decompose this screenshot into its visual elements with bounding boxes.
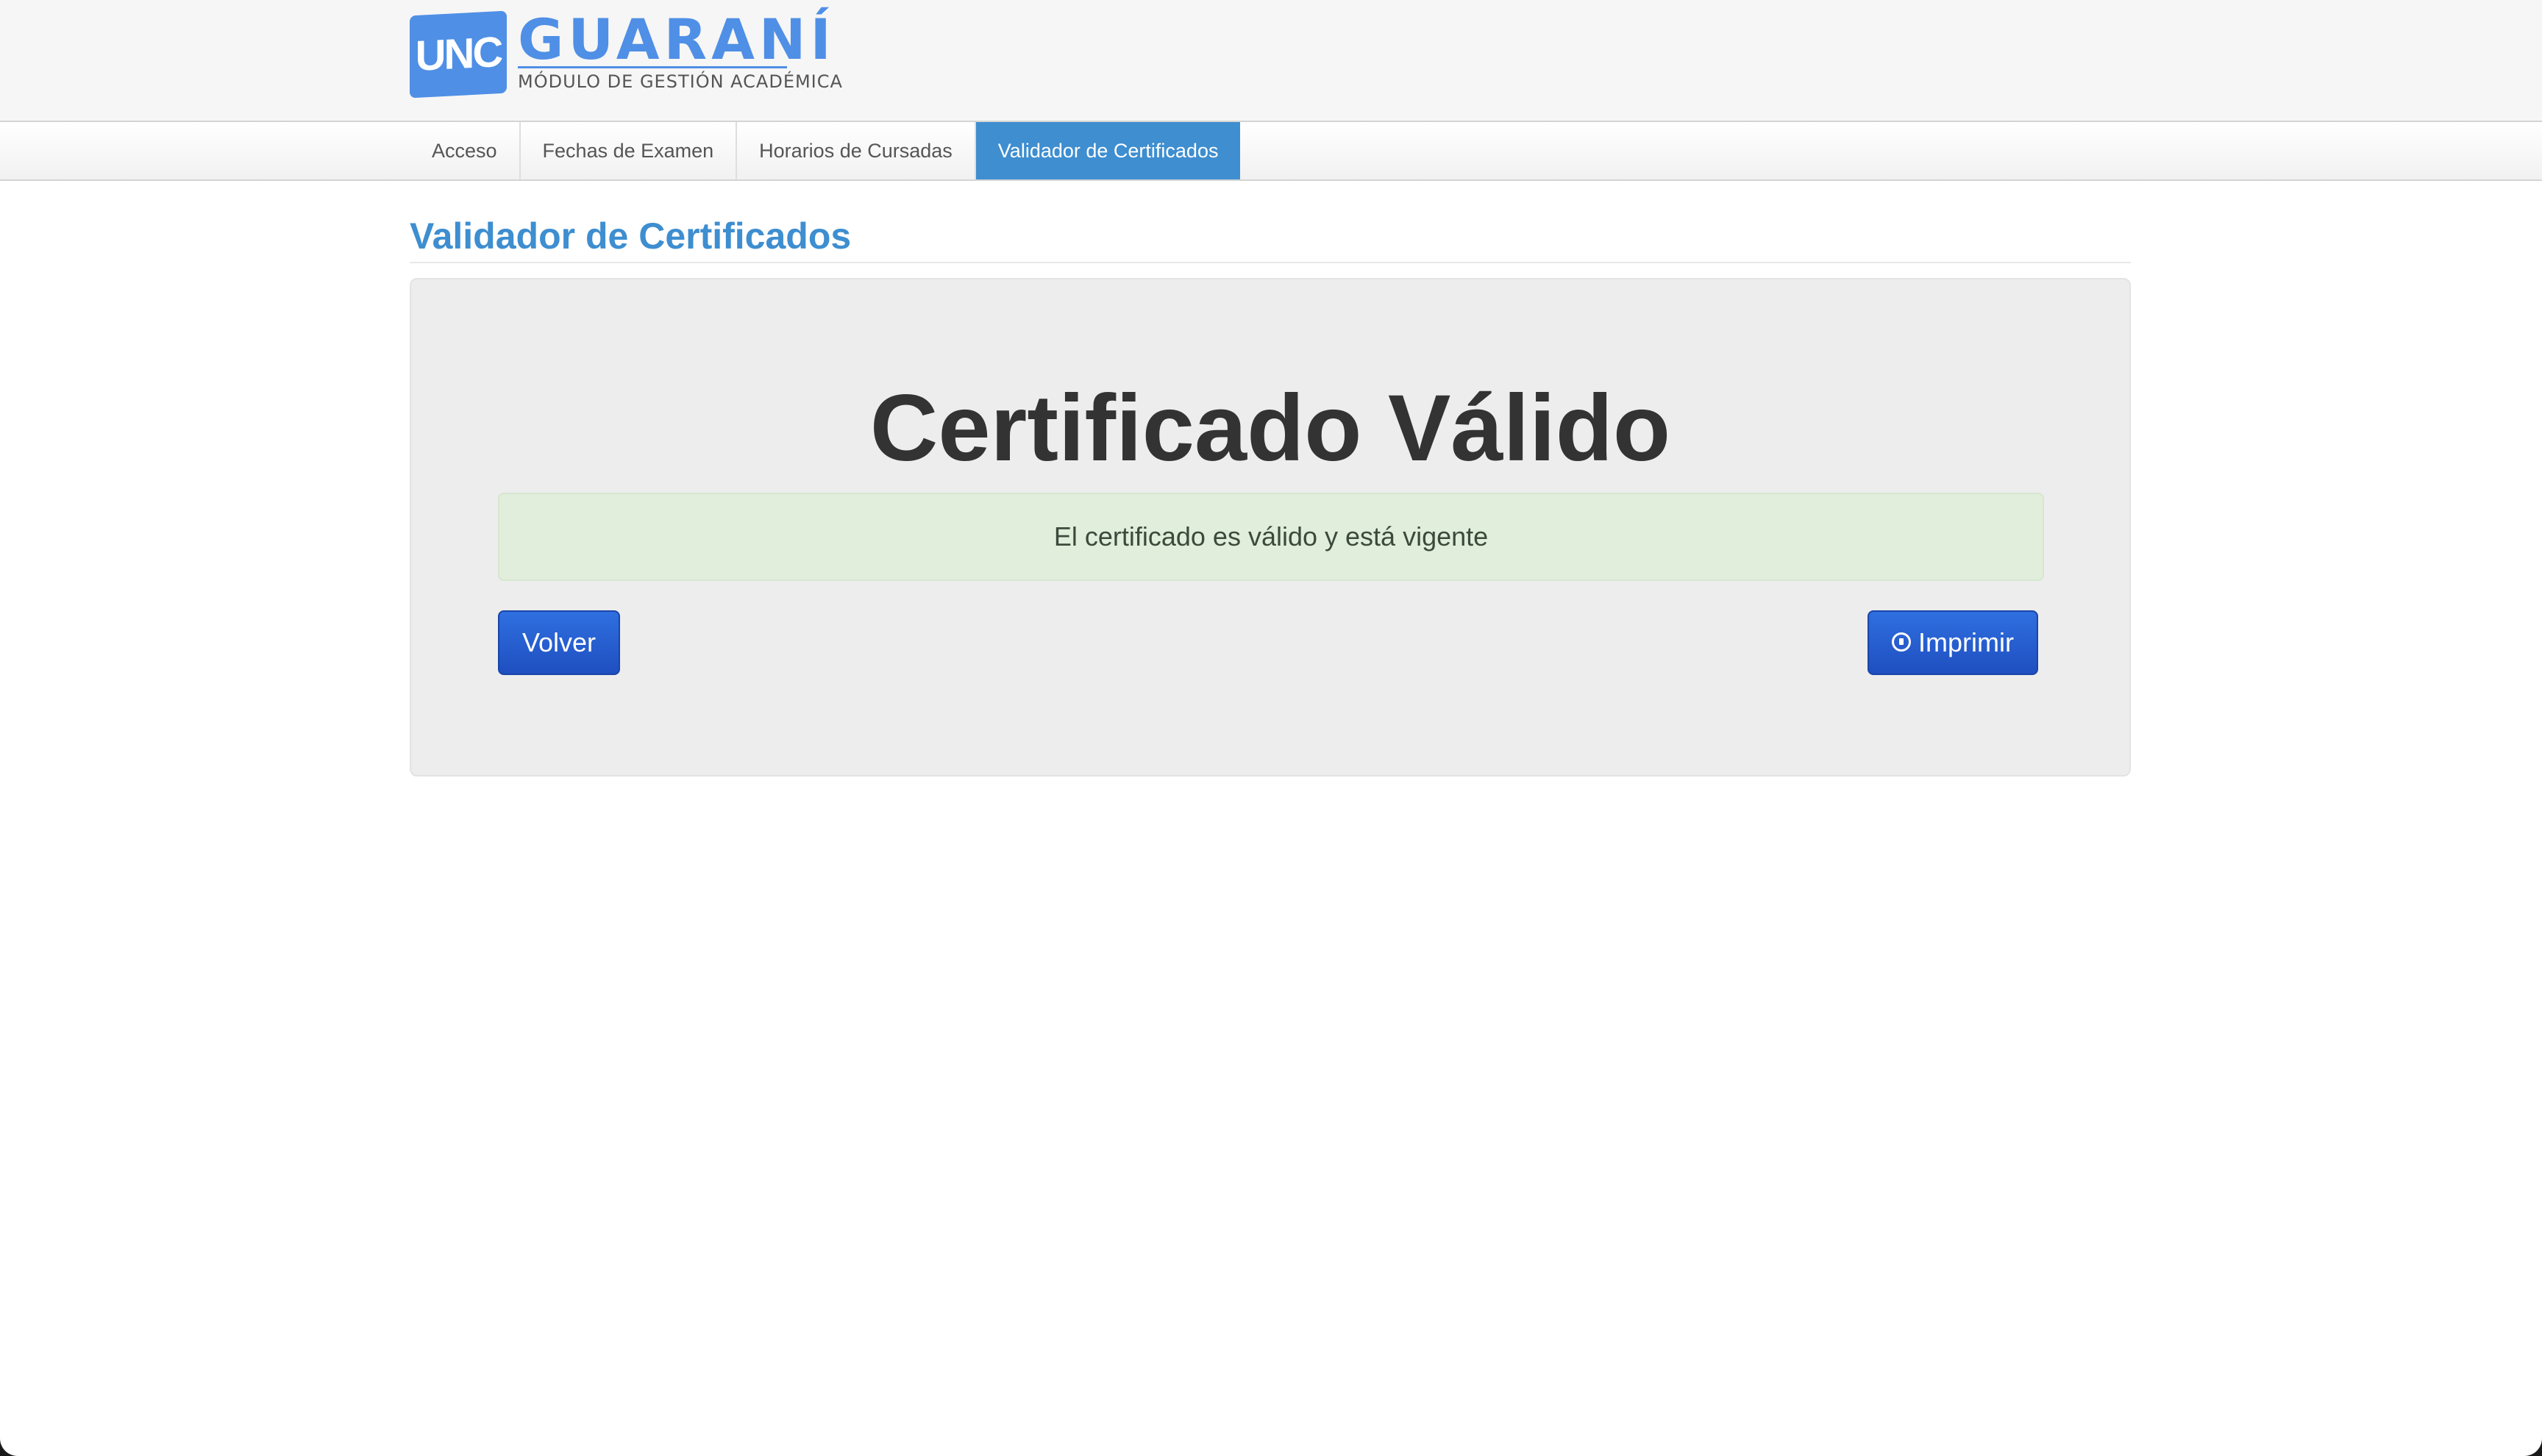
validation-panel: Certificado Válido El certificado es vál… [410, 278, 2131, 777]
nav-item-fechas-de-examen[interactable]: Fechas de Examen [521, 122, 738, 179]
volver-button[interactable]: Volver [498, 610, 620, 675]
logo-title: GUARANÍ [518, 7, 836, 72]
guarani-logo[interactable]: UNC GUARANÍ MÓDULO DE GESTIÓN ACADÉMICA [410, 10, 842, 99]
nav-item-horarios-de-cursadas[interactable]: Horarios de Cursadas [737, 122, 976, 179]
imprimir-label: Imprimir [1918, 627, 2014, 657]
unc-logo-badge: UNC [410, 10, 507, 99]
nav-item-validador-de-certificados[interactable]: Validador de Certificados [975, 122, 1241, 179]
logo-subtitle: MÓDULO DE GESTIÓN ACADÉMICA [518, 71, 843, 92]
browser-viewport: UNC GUARANÍ MÓDULO DE GESTIÓN ACADÉMICA … [0, 0, 2542, 1456]
print-icon [1892, 632, 1911, 652]
logo-divider [518, 66, 787, 68]
certificate-status-heading: Certificado Válido [869, 376, 1671, 481]
nav-menu: Acceso Fechas de Examen Horarios de Curs… [410, 122, 1241, 179]
nav-item-acceso[interactable]: Acceso [410, 122, 521, 179]
success-alert: El certificado es válido y está vigente [498, 493, 2044, 581]
page-title: Validador de Certificados [410, 215, 852, 257]
main-navbar: Acceso Fechas de Examen Horarios de Curs… [0, 121, 2542, 181]
page-header: UNC GUARANÍ MÓDULO DE GESTIÓN ACADÉMICA [0, 0, 2542, 121]
title-divider [410, 262, 2131, 263]
imprimir-button[interactable]: Imprimir [1868, 610, 2038, 675]
